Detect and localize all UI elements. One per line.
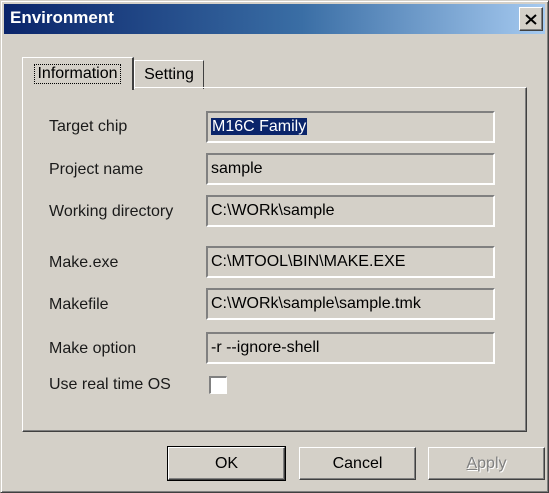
tab-setting-label: Setting <box>144 66 194 83</box>
window-title: Environment <box>10 8 114 27</box>
apply-button-label: pply <box>477 454 507 472</box>
title-bar[interactable]: Environment <box>4 4 545 34</box>
cancel-button[interactable]: Cancel <box>299 447 416 480</box>
tab-information[interactable]: Information <box>22 57 134 90</box>
tab-setting[interactable]: Setting <box>134 60 204 89</box>
cancel-button-label: Cancel <box>332 454 383 472</box>
ok-button[interactable]: OK <box>167 446 286 481</box>
close-icon <box>525 13 537 25</box>
close-button[interactable] <box>519 7 543 31</box>
apply-button[interactable]: Apply <box>428 447 545 480</box>
tab-information-label: Information <box>34 64 121 84</box>
ok-button-label: OK <box>214 454 239 472</box>
environment-dialog: Environment Information Setting Target c… <box>0 0 549 493</box>
apply-button-mnemonic: A <box>466 454 478 472</box>
tab-panel-information <box>22 87 527 432</box>
